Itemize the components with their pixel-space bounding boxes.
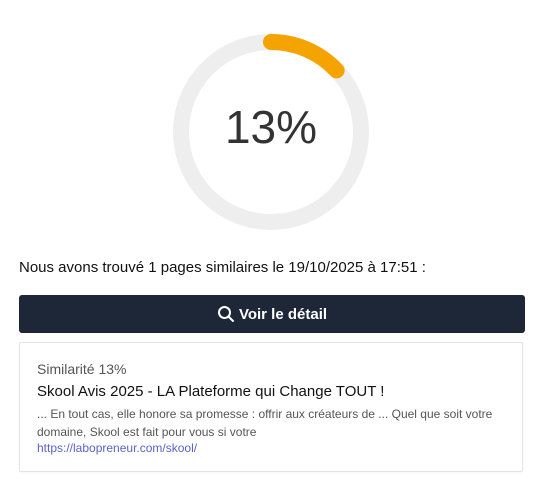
result-url-link[interactable]: https://labopreneur.com/skool/ xyxy=(37,441,197,455)
similarity-score: Similarité 13% xyxy=(37,361,127,377)
view-detail-label: Voir le détail xyxy=(238,305,328,323)
result-card: Similarité 13% Skool Avis 2025 - LA Plat… xyxy=(19,342,523,472)
view-detail-button[interactable]: Voir le détail xyxy=(19,295,525,333)
results-summary: Nous avons trouvé 1 pages similaires le … xyxy=(19,259,426,276)
gauge-percent-label: 13% xyxy=(224,101,318,153)
similarity-gauge: 13% xyxy=(171,32,371,232)
search-icon xyxy=(217,305,235,323)
result-snippet: ... En tout cas, elle honore sa promesse… xyxy=(37,407,493,439)
result-title[interactable]: Skool Avis 2025 - LA Plateforme qui Chan… xyxy=(37,383,384,400)
